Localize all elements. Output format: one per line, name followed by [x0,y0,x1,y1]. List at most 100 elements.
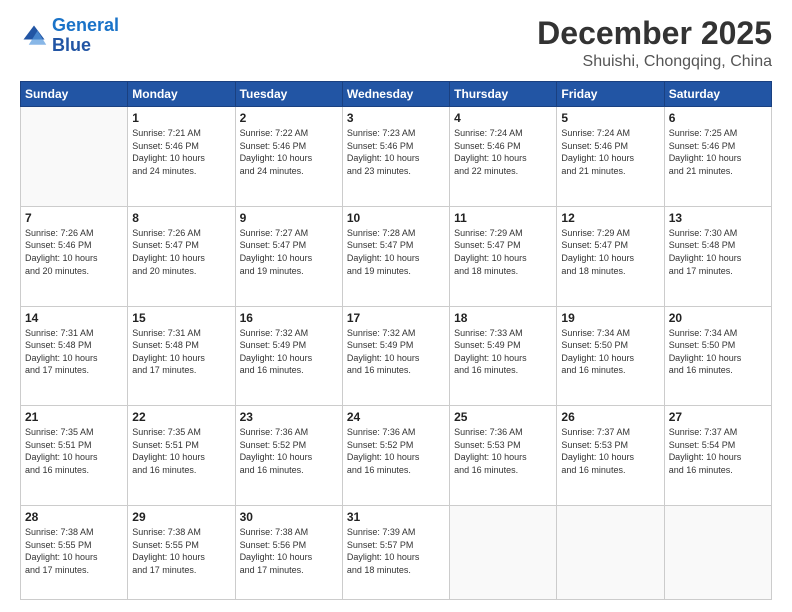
day-number: 11 [454,211,552,225]
day-info: Sunrise: 7:26 AM Sunset: 5:47 PM Dayligh… [132,227,230,277]
day-info: Sunrise: 7:35 AM Sunset: 5:51 PM Dayligh… [132,426,230,476]
day-info: Sunrise: 7:23 AM Sunset: 5:46 PM Dayligh… [347,127,445,177]
col-thursday: Thursday [450,82,557,107]
day-number: 7 [25,211,123,225]
day-info: Sunrise: 7:37 AM Sunset: 5:53 PM Dayligh… [561,426,659,476]
table-row: 20 Sunrise: 7:34 AM Sunset: 5:50 PM Dayli… [664,306,771,406]
day-info: Sunrise: 7:34 AM Sunset: 5:50 PM Dayligh… [561,327,659,377]
location-subtitle: Shuishi, Chongqing, China [537,53,772,71]
day-info: Sunrise: 7:31 AM Sunset: 5:48 PM Dayligh… [25,327,123,377]
table-row: 12 Sunrise: 7:29 AM Sunset: 5:47 PM Dayli… [557,206,664,306]
logo-line1: General [52,15,119,35]
table-row: 5 Sunrise: 7:24 AM Sunset: 5:46 PM Daylig… [557,107,664,207]
day-number: 28 [25,510,123,524]
table-row: 4Sunrise: 7:24 AM Sunset: 5:46 PM Daylig… [450,107,557,207]
table-row: 6 Sunrise: 7:25 AM Sunset: 5:46 PM Daylig… [664,107,771,207]
title-block: December 2025 Shuishi, Chongqing, China [537,16,772,71]
table-row: 14 Sunrise: 7:31 AM Sunset: 5:48 PM Dayli… [21,306,128,406]
day-info: Sunrise: 7:34 AM Sunset: 5:50 PM Dayligh… [669,327,767,377]
day-info: Sunrise: 7:28 AM Sunset: 5:47 PM Dayligh… [347,227,445,277]
page: General Blue December 2025 Shuishi, Chon… [0,0,792,612]
table-row: 30 Sunrise: 7:38 AM Sunset: 5:56 PM Dayli… [235,506,342,600]
table-row [664,506,771,600]
day-info: Sunrise: 7:39 AM Sunset: 5:57 PM Dayligh… [347,526,445,576]
day-info: Sunrise: 7:32 AM Sunset: 5:49 PM Dayligh… [240,327,338,377]
day-number: 14 [25,311,123,325]
day-info: Sunrise: 7:38 AM Sunset: 5:55 PM Dayligh… [25,526,123,576]
table-row: 24 Sunrise: 7:36 AM Sunset: 5:52 PM Dayli… [342,406,449,506]
table-row: 16Sunrise: 7:32 AM Sunset: 5:49 PM Dayli… [235,306,342,406]
day-number: 27 [669,410,767,424]
day-info: Sunrise: 7:38 AM Sunset: 5:56 PM Dayligh… [240,526,338,576]
day-number: 17 [347,311,445,325]
col-friday: Friday [557,82,664,107]
table-row: 23 Sunrise: 7:36 AM Sunset: 5:52 PM Dayli… [235,406,342,506]
table-row: 25 Sunrise: 7:36 AM Sunset: 5:53 PM Dayli… [450,406,557,506]
day-info: Sunrise: 7:27 AM Sunset: 5:47 PM Dayligh… [240,227,338,277]
day-number: 20 [669,311,767,325]
logo: General Blue [20,16,119,56]
table-row: 29Sunrise: 7:38 AM Sunset: 5:55 PM Dayli… [128,506,235,600]
table-row: 26Sunrise: 7:37 AM Sunset: 5:53 PM Dayli… [557,406,664,506]
table-row [21,107,128,207]
table-row: 10 Sunrise: 7:28 AM Sunset: 5:47 PM Dayli… [342,206,449,306]
table-row: 21 Sunrise: 7:35 AM Sunset: 5:51 PM Dayli… [21,406,128,506]
day-number: 29 [132,510,230,524]
logo-icon [20,22,48,50]
day-number: 21 [25,410,123,424]
header: General Blue December 2025 Shuishi, Chon… [20,16,772,71]
day-info: Sunrise: 7:24 AM Sunset: 5:46 PM Dayligh… [561,127,659,177]
day-number: 8 [132,211,230,225]
day-info: Sunrise: 7:36 AM Sunset: 5:53 PM Dayligh… [454,426,552,476]
col-monday: Monday [128,82,235,107]
table-row: 9 Sunrise: 7:27 AM Sunset: 5:47 PM Daylig… [235,206,342,306]
table-row: 28 Sunrise: 7:38 AM Sunset: 5:55 PM Dayli… [21,506,128,600]
day-number: 18 [454,311,552,325]
day-number: 15 [132,311,230,325]
col-saturday: Saturday [664,82,771,107]
day-number: 30 [240,510,338,524]
table-row: 3 Sunrise: 7:23 AM Sunset: 5:46 PM Daylig… [342,107,449,207]
day-number: 6 [669,111,767,125]
day-info: Sunrise: 7:31 AM Sunset: 5:48 PM Dayligh… [132,327,230,377]
day-number: 1 [132,111,230,125]
day-info: Sunrise: 7:26 AM Sunset: 5:46 PM Dayligh… [25,227,123,277]
table-row [557,506,664,600]
day-number: 9 [240,211,338,225]
table-row: 18 Sunrise: 7:33 AM Sunset: 5:49 PM Dayli… [450,306,557,406]
table-row: 19 Sunrise: 7:34 AM Sunset: 5:50 PM Dayli… [557,306,664,406]
day-info: Sunrise: 7:36 AM Sunset: 5:52 PM Dayligh… [347,426,445,476]
day-number: 5 [561,111,659,125]
table-row: 11Sunrise: 7:29 AM Sunset: 5:47 PM Dayli… [450,206,557,306]
day-number: 24 [347,410,445,424]
table-row: 27 Sunrise: 7:37 AM Sunset: 5:54 PM Dayli… [664,406,771,506]
table-row: 13Sunrise: 7:30 AM Sunset: 5:48 PM Dayli… [664,206,771,306]
day-number: 3 [347,111,445,125]
day-info: Sunrise: 7:37 AM Sunset: 5:54 PM Dayligh… [669,426,767,476]
day-number: 4 [454,111,552,125]
calendar-table: Sunday Monday Tuesday Wednesday Thursday… [20,81,772,600]
logo-text: General Blue [52,16,119,56]
col-sunday: Sunday [21,82,128,107]
day-info: Sunrise: 7:36 AM Sunset: 5:52 PM Dayligh… [240,426,338,476]
logo-line2: Blue [52,35,91,55]
table-row: 7 Sunrise: 7:26 AM Sunset: 5:46 PM Daylig… [21,206,128,306]
day-info: Sunrise: 7:35 AM Sunset: 5:51 PM Dayligh… [25,426,123,476]
day-number: 25 [454,410,552,424]
calendar-header-row: Sunday Monday Tuesday Wednesday Thursday… [21,82,772,107]
day-number: 19 [561,311,659,325]
day-number: 12 [561,211,659,225]
day-info: Sunrise: 7:29 AM Sunset: 5:47 PM Dayligh… [561,227,659,277]
day-number: 22 [132,410,230,424]
table-row: 8 Sunrise: 7:26 AM Sunset: 5:47 PM Daylig… [128,206,235,306]
day-number: 23 [240,410,338,424]
table-row: 17 Sunrise: 7:32 AM Sunset: 5:49 PM Dayli… [342,306,449,406]
day-info: Sunrise: 7:32 AM Sunset: 5:49 PM Dayligh… [347,327,445,377]
day-number: 10 [347,211,445,225]
day-info: Sunrise: 7:33 AM Sunset: 5:49 PM Dayligh… [454,327,552,377]
table-row: 15 Sunrise: 7:31 AM Sunset: 5:48 PM Dayli… [128,306,235,406]
day-info: Sunrise: 7:30 AM Sunset: 5:48 PM Dayligh… [669,227,767,277]
day-info: Sunrise: 7:25 AM Sunset: 5:46 PM Dayligh… [669,127,767,177]
col-wednesday: Wednesday [342,82,449,107]
table-row [450,506,557,600]
